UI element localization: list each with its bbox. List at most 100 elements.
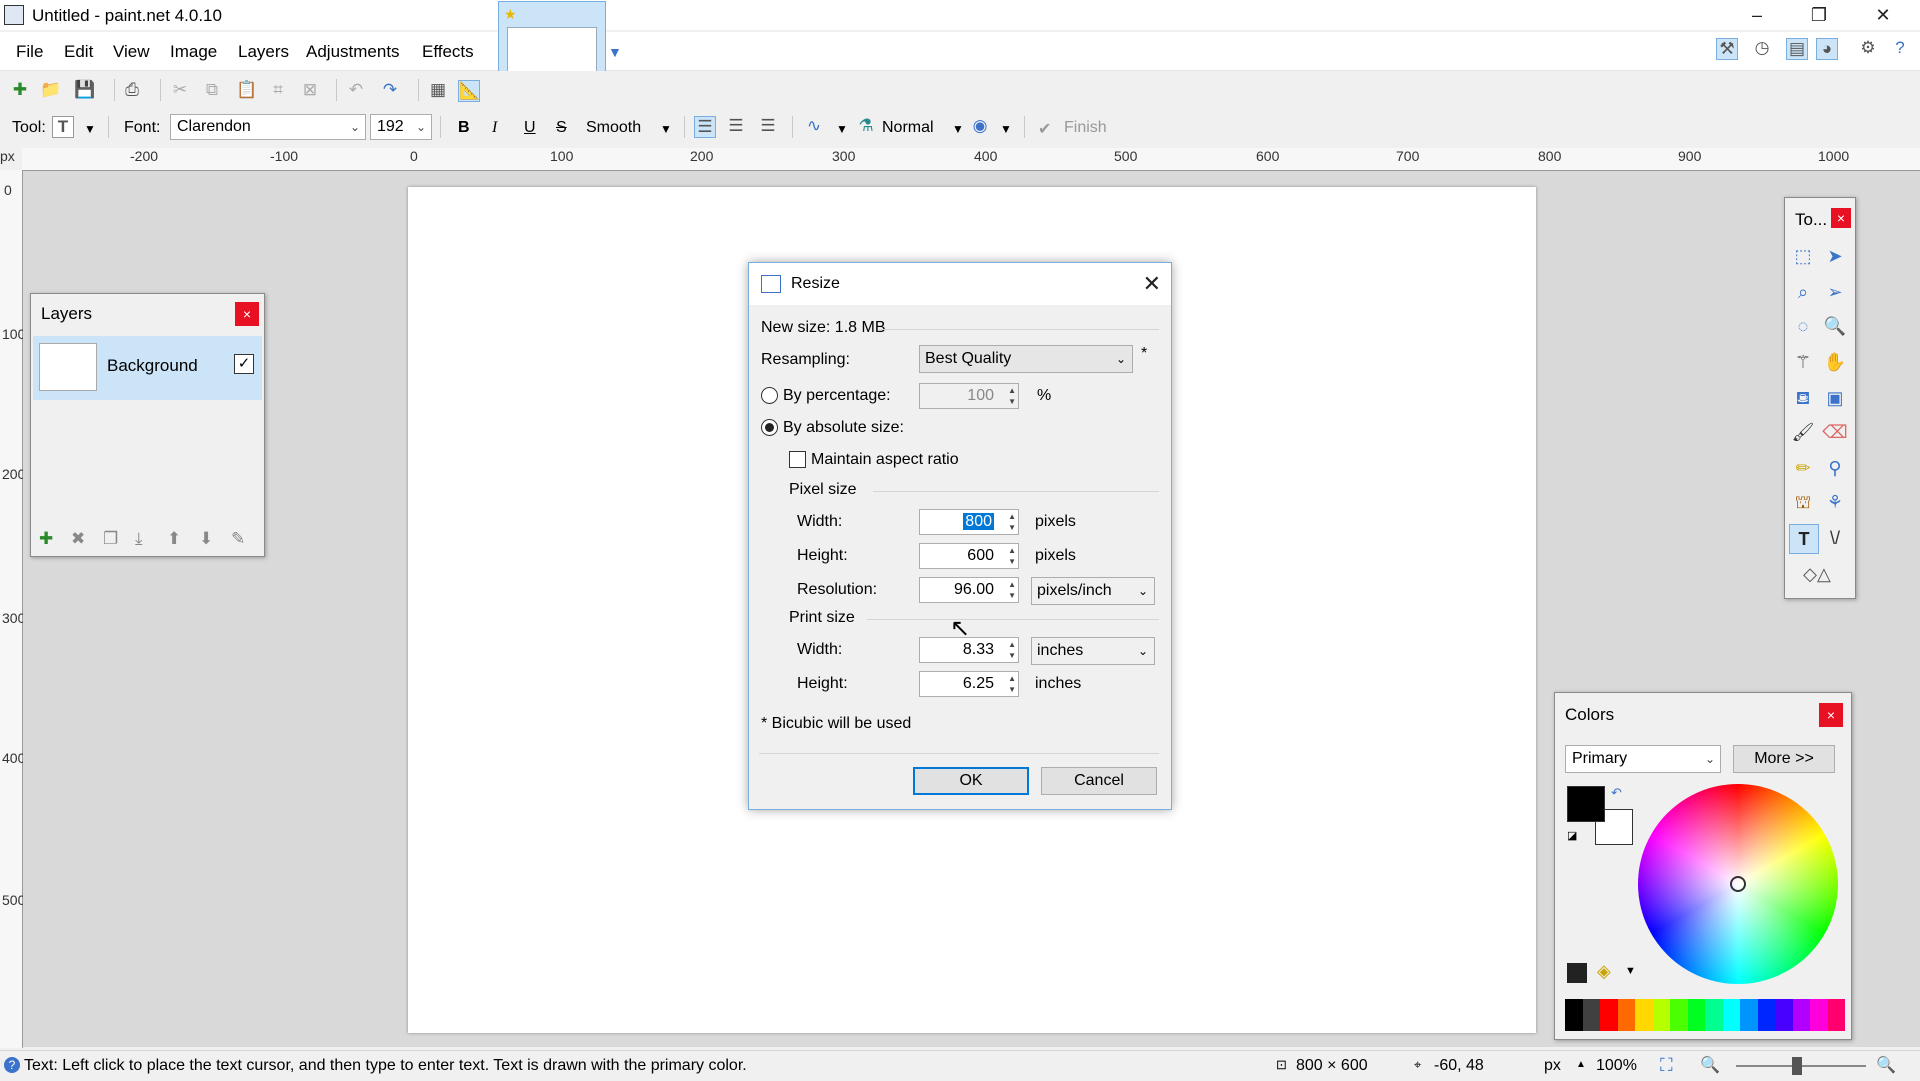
grid-icon[interactable]: ▦ — [428, 80, 448, 100]
zoom-level[interactable]: 100% — [1596, 1057, 1637, 1075]
close-button[interactable]: ✕ — [1852, 0, 1914, 30]
delete-layer-icon[interactable]: ✖ — [71, 529, 85, 549]
align-center-icon[interactable]: ☰ — [726, 116, 746, 136]
text-tool-icon[interactable]: T — [52, 116, 74, 138]
rectangle-select-icon[interactable]: ⬚ — [1789, 242, 1817, 270]
spinner-arrows-icon[interactable]: ▲ ▼ — [1008, 385, 1016, 407]
move-selected-icon[interactable]: ➤ — [1821, 242, 1849, 270]
help-icon[interactable]: ? — [1890, 38, 1910, 58]
move-layer-up-icon[interactable]: ⬆ — [167, 529, 181, 549]
antialiasing-select[interactable]: Smooth — [586, 119, 641, 137]
menu-edit[interactable]: Edit — [64, 42, 93, 62]
cancel-button[interactable]: Cancel — [1041, 767, 1157, 795]
paintbrush-icon[interactable]: 🖌 — [1789, 418, 1817, 446]
pencil-icon[interactable]: ✏ — [1789, 454, 1817, 482]
chevron-down-icon[interactable]: ▼ — [836, 122, 848, 136]
spinner-arrows-icon[interactable]: ▲ ▼ — [1008, 673, 1016, 695]
add-layer-icon[interactable]: ✚ — [39, 529, 53, 549]
recolor-icon[interactable]: ⚘ — [1821, 488, 1849, 516]
line-curve-icon[interactable]: \/ — [1821, 524, 1849, 552]
zoom-in-icon[interactable]: 🔍 — [1876, 1055, 1896, 1075]
blend-mode-select[interactable]: Normal — [882, 119, 934, 137]
spinner-arrows-icon[interactable]: ▲ ▼ — [1008, 639, 1016, 661]
palette-swatch[interactable] — [1670, 999, 1688, 1031]
ok-button[interactable]: OK — [913, 767, 1029, 795]
palette-swatch[interactable] — [1652, 999, 1670, 1031]
paint-bucket-icon[interactable]: ⛾ — [1789, 384, 1817, 412]
palette-swatch[interactable] — [1565, 999, 1583, 1031]
pixel-width-input[interactable]: 800 ▲ ▼ — [919, 509, 1019, 535]
crop-icon[interactable]: ⌗ — [268, 80, 288, 100]
dialog-close-icon[interactable]: ✕ — [1143, 271, 1161, 297]
paste-icon[interactable]: 📋 — [236, 80, 257, 100]
colors-panel-close-icon[interactable]: × — [1819, 703, 1843, 727]
pan-hand-icon[interactable]: ✋ — [1821, 348, 1849, 376]
palette-swatch[interactable] — [1775, 999, 1793, 1031]
shapes-icon[interactable]: ◇△ — [1803, 560, 1831, 588]
underline-button[interactable]: U — [524, 119, 536, 137]
palette-swatch[interactable] — [1687, 999, 1705, 1031]
font-select[interactable]: Clarendon ⌄ — [170, 114, 366, 140]
tools-toggle-icon[interactable]: ⚒ — [1716, 38, 1738, 60]
palette-swatch[interactable] — [1722, 999, 1740, 1031]
by-absolute-size-label[interactable]: By absolute size: — [783, 419, 904, 437]
text-tool-icon[interactable]: T — [1789, 524, 1819, 554]
palette-swatch[interactable] — [1810, 999, 1828, 1031]
strikethrough-button[interactable]: S — [556, 119, 567, 137]
maintain-aspect-ratio-label[interactable]: Maintain aspect ratio — [811, 451, 959, 469]
document-list-dropdown-icon[interactable]: ▼ — [608, 44, 622, 60]
palette-swatch[interactable] — [1827, 999, 1845, 1031]
bold-button[interactable]: B — [458, 119, 470, 137]
duplicate-layer-icon[interactable]: ❐ — [103, 529, 118, 549]
move-selection-icon[interactable]: ➢ — [1821, 278, 1849, 306]
align-left-icon[interactable]: ☰ — [694, 116, 716, 138]
menu-image[interactable]: Image — [170, 42, 217, 62]
spinner-arrows-icon[interactable]: ▲ ▼ — [1008, 545, 1016, 567]
merge-layer-down-icon[interactable]: ⤓ — [135, 529, 143, 549]
palette-swatch[interactable] — [1635, 999, 1653, 1031]
chevron-down-icon[interactable]: ▼ — [1625, 965, 1636, 977]
settings-gear-icon[interactable]: ⚙ — [1858, 38, 1878, 58]
deselect-icon[interactable]: ⊠ — [300, 80, 320, 100]
layer-row-background[interactable]: Background ✓ — [33, 336, 262, 400]
layers-panel-close-icon[interactable]: × — [235, 302, 259, 326]
gradient-icon[interactable]: ▣ — [1821, 384, 1849, 412]
new-file-icon[interactable]: ✚ — [10, 80, 30, 100]
resolution-input[interactable]: 96.00 ▲ ▼ — [919, 577, 1019, 603]
palette-swatch[interactable] — [1757, 999, 1775, 1031]
restore-button[interactable]: ❐ — [1788, 0, 1850, 30]
align-right-icon[interactable]: ☰ — [758, 116, 778, 136]
palette-swatch[interactable] — [1600, 999, 1618, 1031]
menu-layers[interactable]: Layers — [238, 42, 289, 62]
menu-adjustments[interactable]: Adjustments — [306, 42, 400, 62]
clone-stamp-icon[interactable]: ⛫ — [1789, 488, 1817, 516]
zoom-slider-thumb[interactable] — [1792, 1057, 1802, 1075]
chevron-down-icon[interactable]: ▼ — [952, 122, 964, 136]
eraser-icon[interactable]: ⌫ — [1821, 418, 1849, 446]
color-picker-icon[interactable]: ⚲ — [1821, 454, 1849, 482]
palette-menu-icon[interactable]: ◈ — [1597, 961, 1611, 982]
more-colors-button[interactable]: More >> — [1733, 745, 1835, 773]
chevron-up-icon[interactable]: ▲ — [1576, 1059, 1586, 1070]
lasso-select-icon[interactable]: ⌕ — [1789, 278, 1817, 306]
zoom-to-window-icon[interactable]: ⛶ — [1660, 1055, 1673, 1076]
color-palette[interactable] — [1565, 999, 1845, 1031]
palette-swatch[interactable] — [1740, 999, 1758, 1031]
palette-swatch[interactable] — [1582, 999, 1600, 1031]
minimize-button[interactable]: – — [1726, 0, 1788, 30]
zoom-icon[interactable]: 🔍 — [1821, 312, 1849, 340]
palette-swatch[interactable] — [1705, 999, 1723, 1031]
by-percentage-radio[interactable] — [761, 387, 778, 404]
zoom-out-icon[interactable]: 🔍 — [1700, 1055, 1720, 1075]
magic-wand-icon[interactable]: ⚚ — [1789, 348, 1817, 376]
layer-visibility-checkbox[interactable]: ✓ — [234, 354, 254, 374]
copy-icon[interactable]: ⧉ — [202, 80, 222, 100]
by-percentage-label[interactable]: By percentage: — [783, 387, 891, 405]
status-unit-select[interactable]: px — [1544, 1057, 1561, 1075]
font-size-select[interactable]: 192 ⌄ — [370, 114, 432, 140]
antialias-curve-icon[interactable]: ∿ — [804, 116, 824, 136]
resolution-unit-select[interactable]: pixels/inch ⌄ — [1031, 577, 1155, 605]
chevron-down-icon[interactable]: ▼ — [1000, 122, 1012, 136]
redo-icon[interactable]: ↷ — [380, 80, 400, 100]
colors-toggle-icon[interactable]: ◕ — [1816, 38, 1838, 60]
